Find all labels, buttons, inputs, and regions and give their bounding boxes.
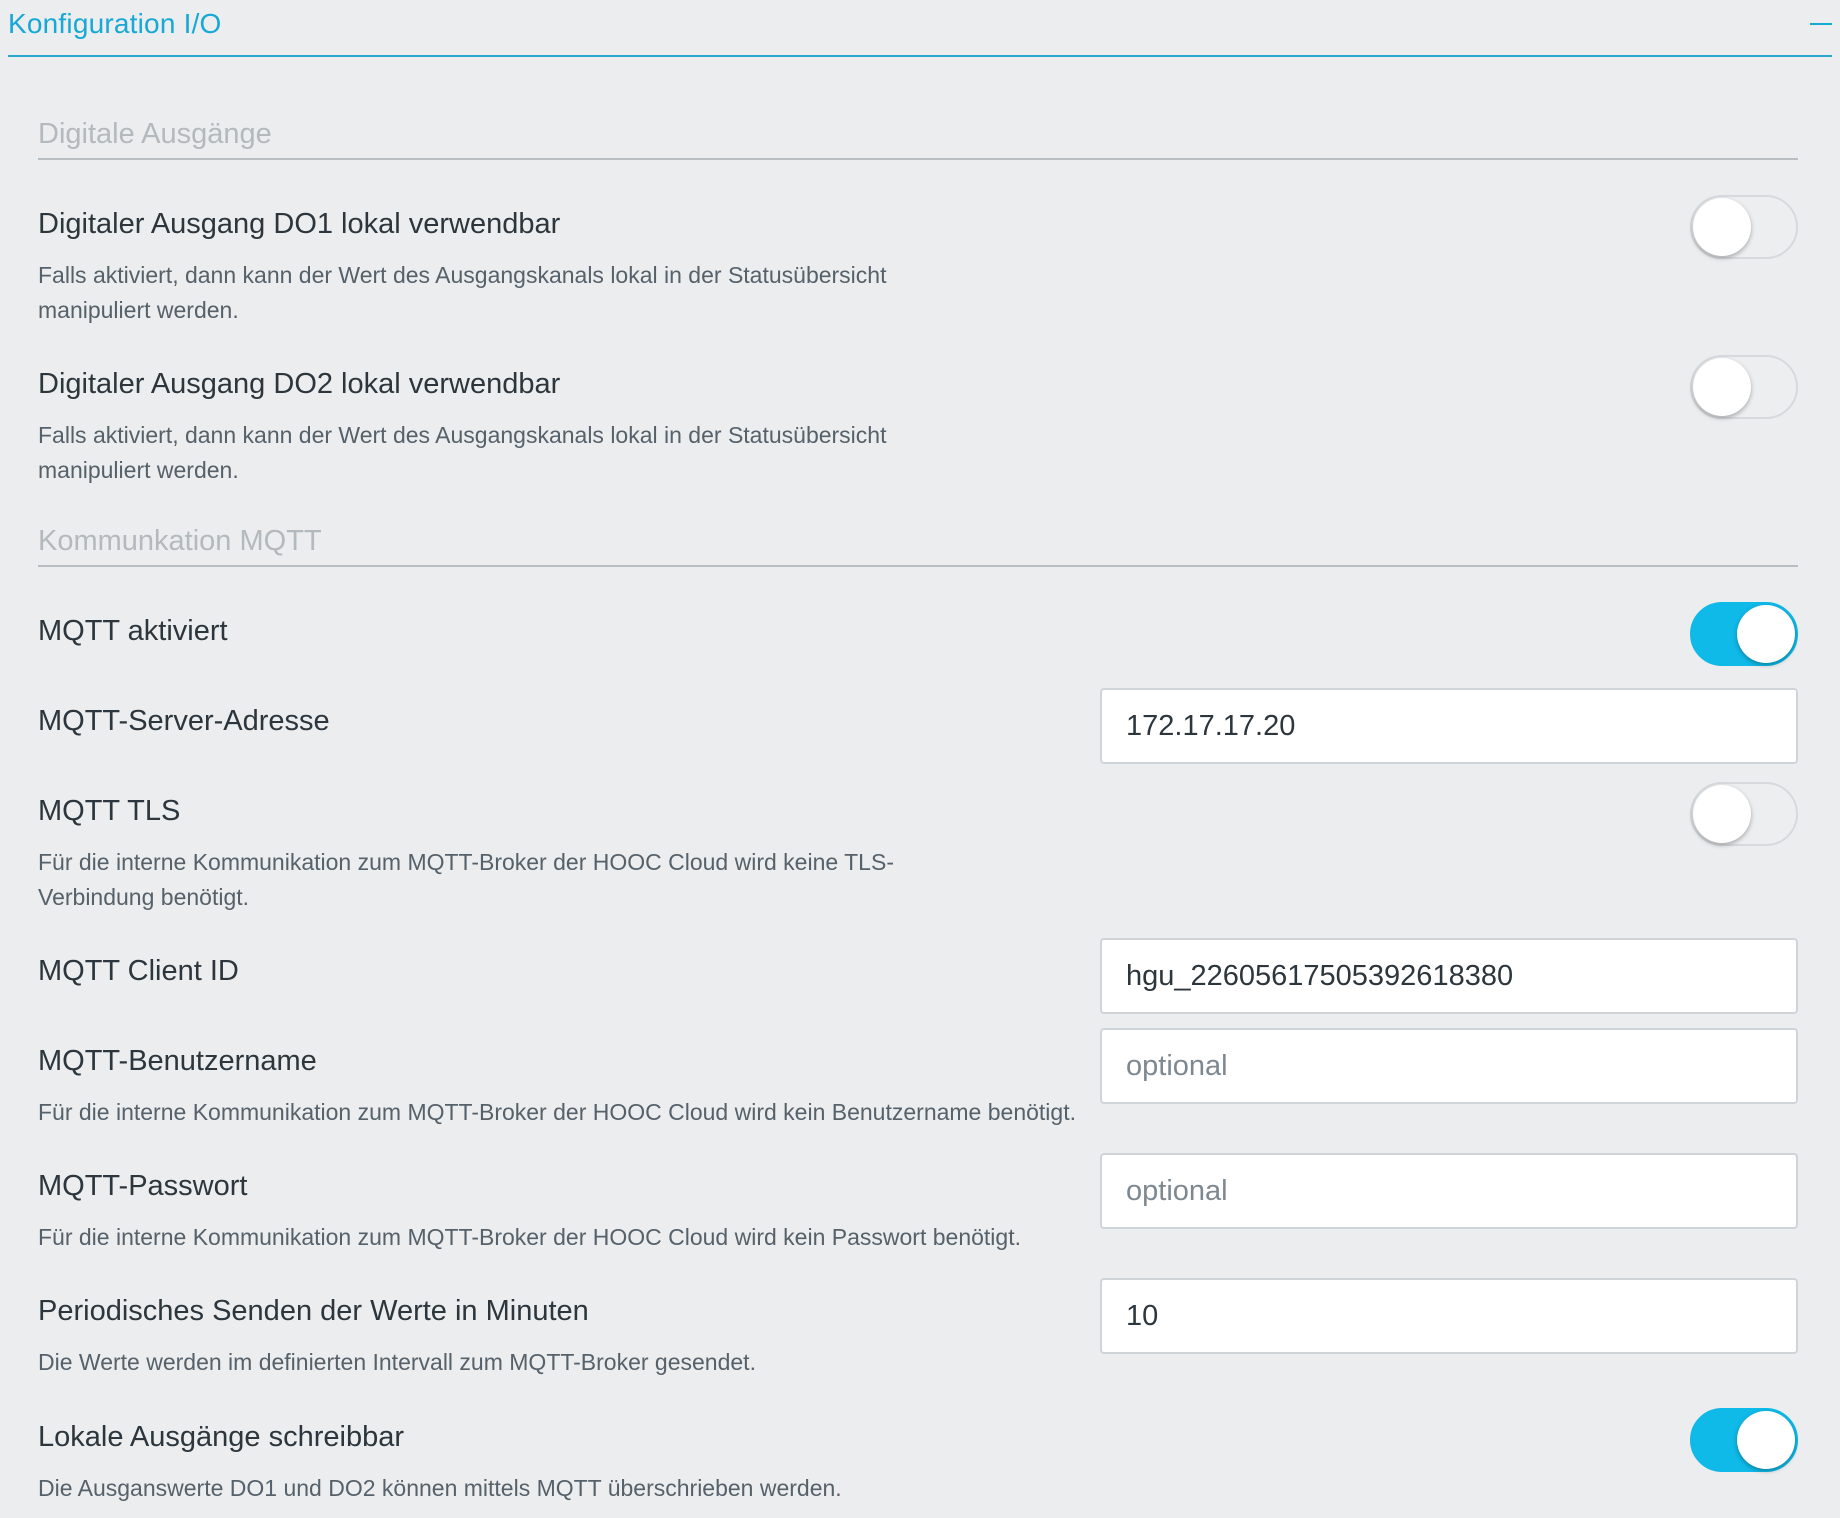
mqtt-interval-label: Periodisches Senden der Werte in Minuten — [38, 1295, 589, 1327]
mqtt-username-label: MQTT-Benutzername — [38, 1045, 317, 1077]
panel-content: Digitale Ausgänge Digitaler Ausgang DO1 … — [38, 0, 1798, 1518]
do1-toggle[interactable] — [1690, 195, 1798, 259]
toggle-knob — [1737, 1411, 1795, 1469]
do2-toggle[interactable] — [1690, 355, 1798, 419]
minus-icon[interactable] — [1810, 23, 1832, 25]
toggle-knob — [1693, 198, 1751, 256]
mqtt-interval-description: Die Werte werden im definierten Interval… — [38, 1349, 756, 1375]
mqtt-username-input[interactable] — [1100, 1028, 1798, 1104]
mqtt-tls-description: Für die interne Kommunikation zum MQTT-B… — [38, 849, 894, 910]
do2-label: Digitaler Ausgang DO2 lokal verwendbar — [38, 368, 561, 400]
mqtt-tls-label: MQTT TLS — [38, 795, 181, 827]
mqtt-tls-toggle[interactable] — [1690, 782, 1798, 846]
mqtt-enabled-toggle[interactable] — [1690, 602, 1798, 666]
mqtt-server-input[interactable] — [1100, 688, 1798, 764]
mqtt-client-id-label: MQTT Client ID — [38, 955, 239, 987]
mqtt-password-input[interactable] — [1100, 1153, 1798, 1229]
toggle-knob — [1693, 785, 1751, 843]
writable-outputs-toggle[interactable] — [1690, 1408, 1798, 1472]
toggle-knob — [1693, 358, 1751, 416]
section-title-digital-outputs: Digitale Ausgänge — [38, 118, 1798, 160]
mqtt-server-label: MQTT-Server-Adresse — [38, 705, 330, 737]
toggle-knob — [1737, 605, 1795, 663]
do2-description: Falls aktiviert, dann kann der Wert des … — [38, 422, 887, 483]
mqtt-interval-input[interactable] — [1100, 1278, 1798, 1354]
do1-label: Digitaler Ausgang DO1 lokal verwendbar — [38, 208, 561, 240]
mqtt-client-id-input[interactable] — [1100, 938, 1798, 1014]
do1-description: Falls aktiviert, dann kann der Wert des … — [38, 262, 887, 323]
mqtt-username-description: Für die interne Kommunikation zum MQTT-B… — [38, 1099, 1076, 1125]
section-title-mqtt: Kommunkation MQTT — [38, 525, 1798, 567]
mqtt-password-description: Für die interne Kommunikation zum MQTT-B… — [38, 1224, 1021, 1250]
writable-outputs-description: Die Ausganswerte DO1 und DO2 können mitt… — [38, 1475, 842, 1501]
io-configuration-panel: Konfiguration I/O Digitale Ausgänge Digi… — [0, 0, 1840, 1518]
mqtt-password-label: MQTT-Passwort — [38, 1170, 248, 1202]
writable-outputs-label: Lokale Ausgänge schreibbar — [38, 1421, 404, 1453]
mqtt-enabled-label: MQTT aktiviert — [38, 615, 228, 647]
